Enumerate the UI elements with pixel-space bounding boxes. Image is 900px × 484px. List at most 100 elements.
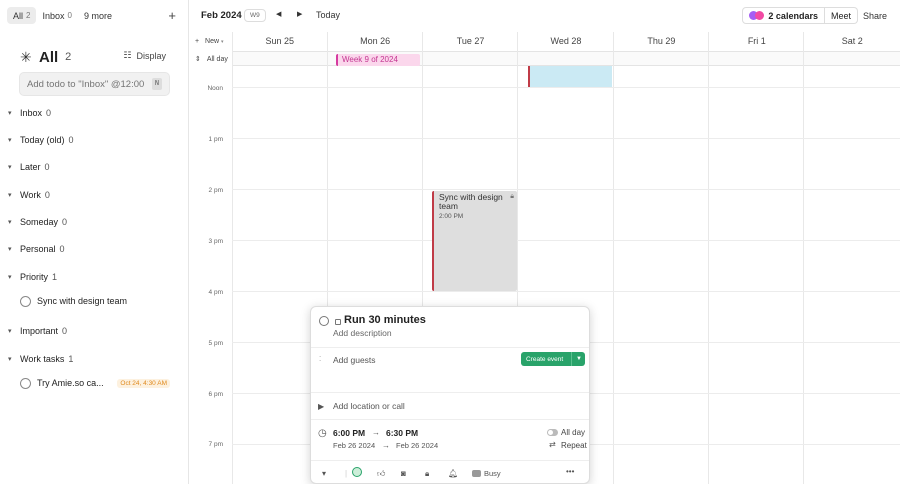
group-count: 0 <box>59 244 65 254</box>
today-button[interactable]: Today <box>316 10 340 20</box>
share-button[interactable]: Share <box>863 11 887 21</box>
busy-label: Busy <box>484 468 501 478</box>
chevron-down-icon: ▾ <box>8 274 12 281</box>
chevron-down-icon[interactable]: ▾ <box>322 469 326 478</box>
end-date[interactable]: Feb 26 2024 <box>396 441 438 450</box>
tab-inbox[interactable]: Inbox 0 <box>36 7 77 24</box>
tab-label: 9 more <box>83 10 112 21</box>
event-title: Sync with design team <box>439 192 503 211</box>
day-header[interactable]: Tue 27 <box>423 32 518 51</box>
video-icon: ▶ <box>318 402 325 411</box>
chevron-down-icon: ▾ <box>8 356 12 363</box>
chevron-down-icon: ▾ <box>8 110 12 117</box>
lock-icon: 🔒︎ <box>510 193 514 200</box>
next-week-icon[interactable]: ▶ <box>297 10 302 18</box>
all-day-label: All day <box>561 428 586 437</box>
group-count: 0 <box>46 108 52 118</box>
event-time: 2:00 PM <box>439 213 464 220</box>
meet-button[interactable]: Meet <box>824 7 858 24</box>
calendar-event[interactable] <box>528 66 612 87</box>
week-badge: W9 <box>244 9 266 22</box>
group-name: Important <box>20 326 59 336</box>
display-button[interactable]: ☷ Display <box>123 50 166 61</box>
display-label: Display <box>136 50 166 61</box>
time-label: 1 pm <box>208 136 223 143</box>
tab-all[interactable]: All 2 <box>7 7 37 24</box>
task-checkbox[interactable] <box>20 295 31 307</box>
time-label: 3 pm <box>208 238 223 245</box>
more-icon[interactable]: ••• <box>566 467 574 476</box>
color-picker-icon[interactable] <box>352 467 362 477</box>
add-list-icon[interactable]: + <box>168 7 176 24</box>
day-header[interactable]: Thu 29 <box>614 32 709 51</box>
group-work[interactable]: ▾ Work 0 <box>8 188 50 202</box>
group-work-tasks[interactable]: ▾ Work tasks 1 <box>8 352 73 366</box>
bell-icon[interactable]: 🔔︎ <box>448 469 458 478</box>
task-checkbox[interactable] <box>20 377 31 389</box>
start-date[interactable]: Feb 26 2024 <box>333 441 375 450</box>
sliders-icon: ☷ <box>123 50 132 60</box>
week-number-event[interactable]: Week 9 of 2024 <box>336 54 420 66</box>
prev-week-icon[interactable]: ◀ <box>276 10 281 18</box>
day-header[interactable]: Sun 25 <box>232 32 327 51</box>
all-day-toggle[interactable] <box>547 429 558 436</box>
task-item[interactable]: Try Amie.so ca... Oct 24, 4:30 AM <box>20 376 170 390</box>
calendar-view: Feb 2024 W9 ◀ ▶ Today 2 calendars Meet S… <box>190 0 900 484</box>
busy-toggle[interactable]: Busy <box>472 468 501 478</box>
add-todo-input[interactable] <box>27 78 145 90</box>
day-header[interactable]: Fri 1 <box>709 32 804 51</box>
collapse-icon[interactable]: ⇕ <box>195 56 201 63</box>
all-day-label: ⇕ All day <box>195 55 228 63</box>
group-count: 0 <box>62 326 68 336</box>
group-priority[interactable]: ▾ Priority 1 <box>8 270 57 284</box>
group-count: 0 <box>44 190 50 200</box>
create-event-button[interactable]: Create event ▼ <box>521 352 585 366</box>
event-title-input[interactable]: Run 30 minutes <box>344 314 426 326</box>
task-item[interactable]: Sync with design team <box>20 294 170 308</box>
chevron-down-icon: ▾ <box>8 219 12 226</box>
new-calendar-button[interactable]: + New ▾ <box>195 38 224 45</box>
tab-more[interactable]: 9 more <box>78 7 118 24</box>
location-field[interactable]: Add location or call <box>333 401 405 411</box>
chevron-down-icon: ▾ <box>8 328 12 335</box>
group-later[interactable]: ▾ Later 0 <box>8 160 50 174</box>
sidebar-tabs: All 2 Inbox 0 9 more + <box>7 7 180 24</box>
group-important[interactable]: ▾ Important 0 <box>8 324 67 338</box>
all-day-row[interactable] <box>232 52 900 66</box>
add-todo-field[interactable]: N <box>19 72 170 96</box>
due-badge: Oct 24, 4:30 AM <box>117 378 170 388</box>
description-field[interactable]: Add description <box>333 328 392 338</box>
time-label: 7 pm <box>208 441 223 448</box>
calendars-button[interactable]: 2 calendars <box>742 7 825 24</box>
group-inbox[interactable]: ▾ Inbox 0 <box>8 106 51 120</box>
end-time[interactable]: 6:30 PM <box>386 428 418 438</box>
new-label: New <box>205 38 220 45</box>
repeat-button[interactable]: Repeat <box>561 441 587 450</box>
group-name: Today (old) <box>20 135 65 145</box>
inbox-icon[interactable]: ◙ <box>401 469 406 478</box>
group-count: 1 <box>52 272 58 282</box>
chevron-down-icon[interactable]: ▼ <box>571 352 582 366</box>
shortcut-badge: N <box>152 78 162 90</box>
time-label: 4 pm <box>208 289 223 296</box>
group-personal[interactable]: ▾ Personal 0 <box>8 242 65 256</box>
chevron-down-icon: ▾ <box>8 137 12 144</box>
plus-icon: + <box>195 38 200 45</box>
all-day-text: All day <box>206 56 228 63</box>
day-header[interactable]: Sat 2 <box>805 32 900 51</box>
create-event-label: Create event <box>526 355 564 363</box>
popup-toolbar: ▾ | 👍︎ ◙ 🔒︎ 🔔︎ Busy ••• <box>311 462 589 484</box>
sync-event[interactable]: Sync with design team 2:00 PM 🔒︎ <box>432 191 517 291</box>
lock-icon[interactable]: 🔒︎ <box>425 469 429 479</box>
day-header[interactable]: Mon 26 <box>327 32 422 51</box>
start-time[interactable]: 6:00 PM <box>333 428 365 438</box>
thumbs-up-icon[interactable]: 👍︎ <box>377 469 385 479</box>
group-today-old[interactable]: ▾ Today (old) 0 <box>8 133 74 147</box>
chevron-down-icon: ▾ <box>8 246 12 253</box>
day-header[interactable]: Wed 28 <box>518 32 613 51</box>
group-someday[interactable]: ▾ Someday 0 <box>8 215 67 229</box>
add-guests-field[interactable]: Add guests <box>333 355 376 365</box>
calendars-label: 2 calendars <box>768 10 818 21</box>
group-count: 0 <box>68 135 74 145</box>
event-complete-checkbox[interactable] <box>319 316 329 326</box>
